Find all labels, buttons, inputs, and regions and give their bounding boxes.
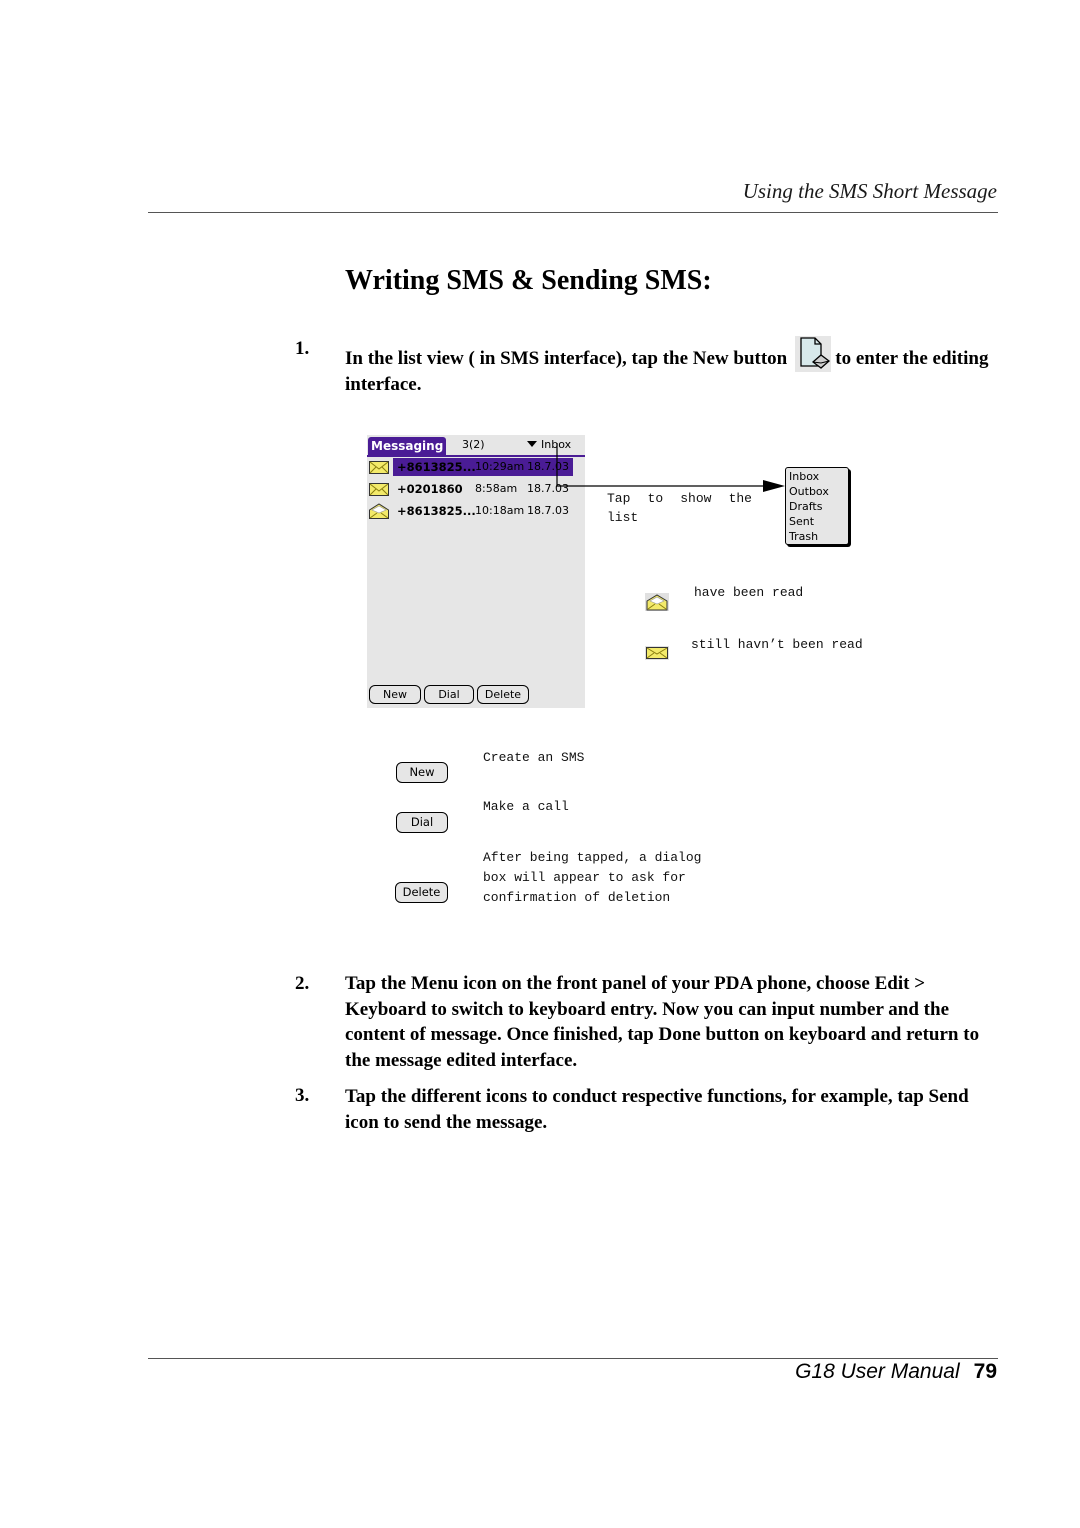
- message-number: +8613825...: [397, 504, 476, 518]
- dropdown-triangle-icon: [527, 441, 537, 447]
- unread-envelope-icon: [645, 646, 669, 660]
- pda-messaging-screen: Messaging 3(2) Inbox +8613825... 10:29am…: [367, 435, 585, 708]
- message-row[interactable]: +8613825... 10:29am 18.7.03: [367, 458, 585, 476]
- popup-item-trash[interactable]: Trash: [789, 529, 845, 544]
- message-number: +0201860: [397, 482, 463, 496]
- legend-new-button[interactable]: New: [396, 762, 448, 783]
- legend-delete-description: After being tapped, a dialog box will ap…: [483, 850, 702, 905]
- read-envelope-icon: [369, 503, 389, 519]
- unread-legend-text: still havn’t been read: [691, 637, 863, 652]
- message-number: +8613825...: [397, 460, 476, 474]
- section-title: Writing SMS & Sending SMS:: [345, 265, 712, 296]
- message-time: 10:18am: [475, 504, 525, 517]
- message-date: 18.7.03: [527, 504, 569, 517]
- pda-new-button[interactable]: New: [369, 685, 421, 704]
- pda-dial-button[interactable]: Dial: [424, 685, 474, 704]
- step-1-text: In the list view ( in SMS interface), ta…: [345, 336, 995, 398]
- category-popup-list: Inbox Outbox Drafts Sent Trash: [785, 467, 849, 545]
- step-2-text: Tap the Menu icon on the front panel of …: [345, 973, 980, 1071]
- popup-item-sent[interactable]: Sent: [789, 514, 845, 529]
- legend-dial-description: Make a call: [483, 799, 569, 814]
- pda-delete-button[interactable]: Delete: [477, 685, 529, 704]
- manual-name: G18 User Manual: [795, 1360, 960, 1383]
- step-1-number: 1.: [295, 338, 310, 359]
- step-3-text: Tap the different icons to conduct respe…: [345, 1086, 969, 1133]
- footer-rule: [148, 1358, 998, 1359]
- unread-envelope-icon: [369, 461, 389, 474]
- header-rule: [148, 212, 998, 213]
- popup-item-inbox[interactable]: Inbox: [789, 469, 845, 484]
- pda-app-title[interactable]: Messaging: [368, 437, 446, 455]
- step-1-text-before: In the list view ( in SMS interface), ta…: [345, 348, 788, 369]
- popup-item-outbox[interactable]: Outbox: [789, 484, 845, 499]
- legend-delete-button[interactable]: Delete: [395, 882, 448, 903]
- step-3-number: 3.: [295, 1085, 310, 1106]
- pda-title-underline: [367, 455, 585, 457]
- running-header: Using the SMS Short Message: [742, 179, 997, 203]
- legend-new-description: Create an SMS: [483, 750, 585, 765]
- callout-arrow: [556, 443, 785, 492]
- popup-item-drafts[interactable]: Drafts: [789, 499, 845, 514]
- read-envelope-icon: [645, 593, 669, 611]
- legend-dial-button[interactable]: Dial: [396, 812, 448, 833]
- message-row[interactable]: +8613825... 10:18am 18.7.03: [367, 502, 585, 520]
- read-legend-text: have been read: [694, 585, 804, 600]
- message-time: 8:58am: [475, 482, 518, 495]
- pda-title-bar: Messaging 3(2) Inbox: [367, 435, 585, 456]
- message-time: 10:29am: [475, 460, 525, 473]
- new-message-icon: [795, 336, 832, 372]
- page-number: 79: [973, 1360, 997, 1383]
- page-footer: G18 User Manual 79: [795, 1360, 997, 1384]
- tap-note: Tap to show the list: [607, 491, 752, 525]
- unread-envelope-icon: [369, 483, 389, 496]
- pda-message-count: 3(2): [462, 438, 485, 451]
- step-2-number: 2.: [295, 973, 310, 994]
- message-row[interactable]: +0201860 8:58am 18.7.03: [367, 480, 585, 498]
